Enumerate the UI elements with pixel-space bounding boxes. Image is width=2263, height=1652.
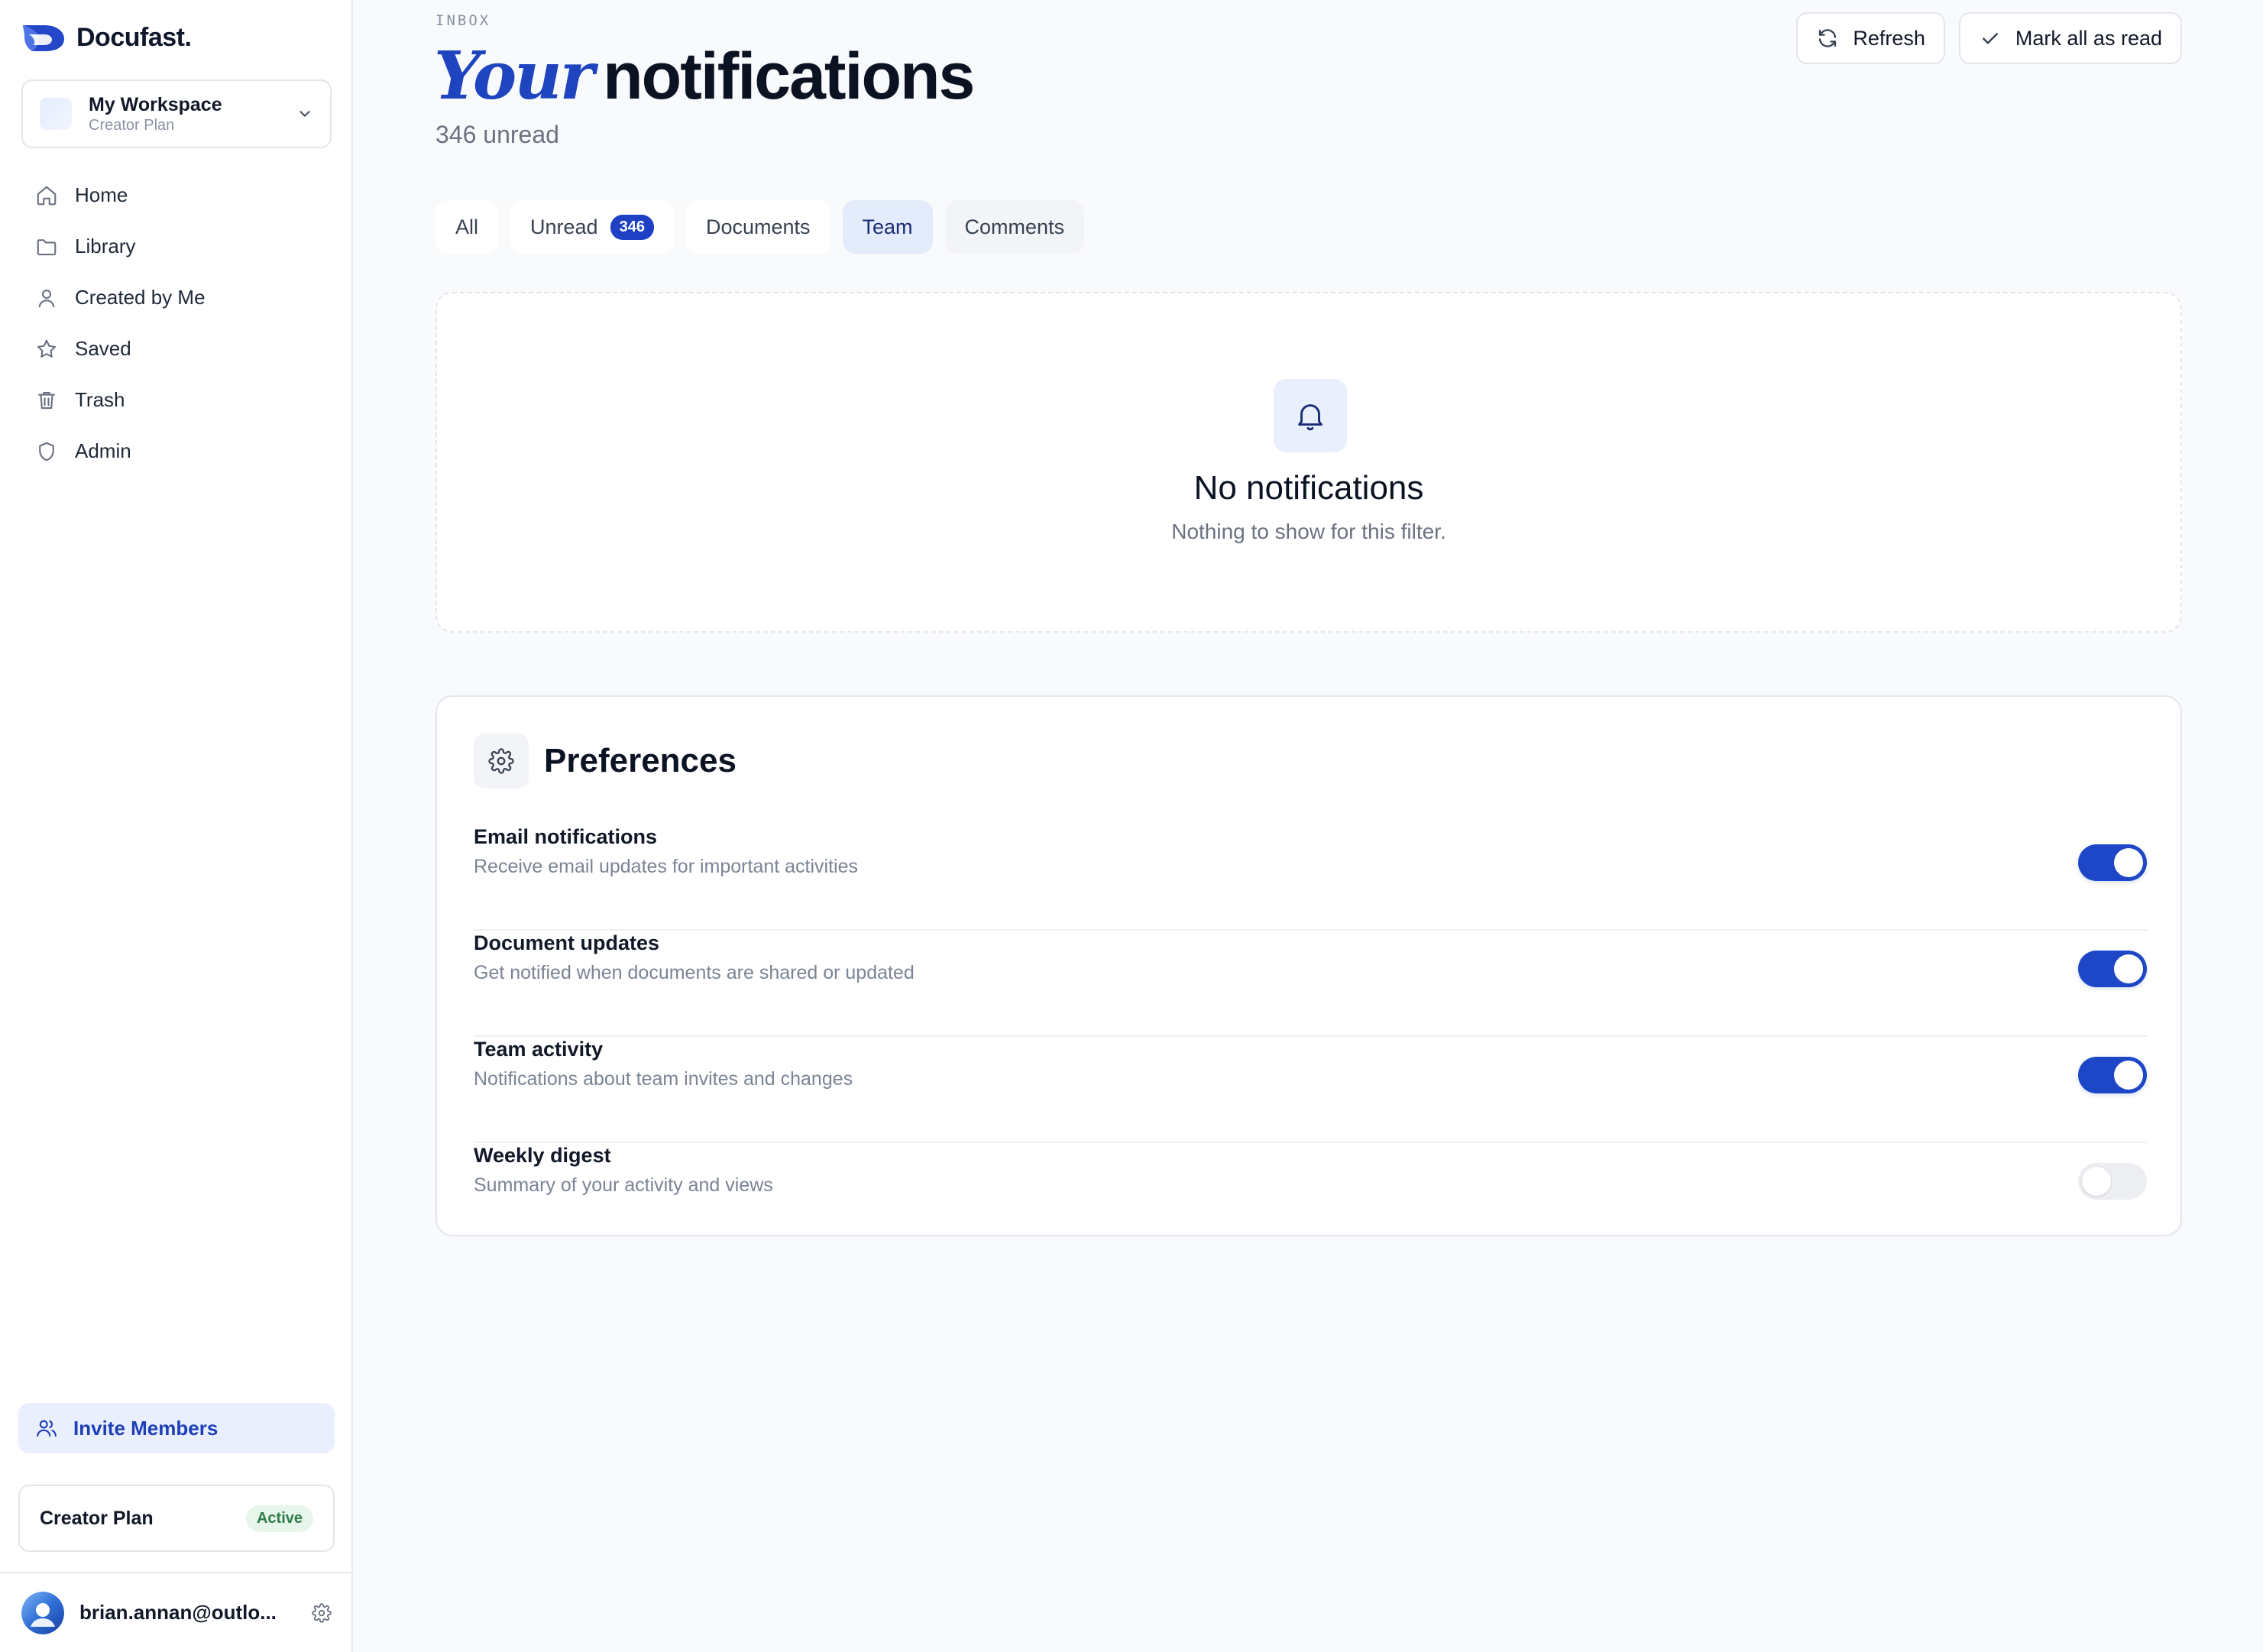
- user-icon: [38, 289, 55, 307]
- workspace-plan: Creator Plan: [89, 117, 175, 134]
- invite-members-button[interactable]: Invite Members: [18, 1403, 335, 1453]
- preferences-icon-box: [474, 734, 529, 789]
- page-title: Your notifications: [434, 37, 975, 116]
- sidebar-item-home[interactable]: Home: [21, 170, 332, 221]
- tab-label: Unread: [530, 215, 598, 238]
- refresh-icon: [1819, 29, 1837, 47]
- chevron-down-icon: [299, 111, 310, 117]
- tab-label: Comments: [964, 215, 1065, 238]
- sidebar-item-library[interactable]: Library: [21, 221, 332, 272]
- plan-card[interactable]: Creator Plan Active: [18, 1485, 335, 1552]
- plan-name: Creator Plan: [40, 1507, 154, 1529]
- star-icon: [37, 339, 57, 358]
- preference-team-activity: Team activity Notifications about team i…: [474, 1038, 2147, 1143]
- sidebar-item-admin[interactable]: Admin: [21, 426, 332, 477]
- preference-name: Team activity: [474, 1038, 604, 1061]
- brand-name: Docufast.: [76, 22, 192, 52]
- workspace-name: My Workspace: [89, 94, 222, 115]
- tab-all[interactable]: All: [435, 200, 499, 254]
- header-actions: Refresh Mark all as read: [1796, 12, 2182, 64]
- preference-email-notifications: Email notifications Receive email update…: [474, 825, 2147, 931]
- sidebar-item-label: Admin: [75, 439, 131, 462]
- tab-team[interactable]: Team: [842, 200, 933, 254]
- preference-weekly-digest: Weekly digest Summary of your activity a…: [474, 1144, 2147, 1249]
- bell-icon: [1298, 404, 1323, 431]
- preference-name: Document updates: [474, 931, 660, 954]
- preference-description: Notifications about team invites and cha…: [474, 1068, 853, 1090]
- user-email: brian.annan@outlo...: [79, 1601, 277, 1624]
- unread-count-text: 346 unread: [435, 121, 559, 148]
- refresh-button[interactable]: Refresh: [1796, 12, 1945, 64]
- gear-icon: [488, 748, 514, 774]
- sidebar-item-created-by-me[interactable]: Created by Me: [21, 272, 332, 323]
- empty-state: No notifications Nothing to show for thi…: [435, 292, 2182, 633]
- email-notifications-toggle[interactable]: [2078, 844, 2147, 881]
- page-eyebrow: INBOX: [435, 12, 491, 29]
- tab-label: Team: [862, 215, 913, 238]
- sidebar-nav: Home Library Created by Me Saved Trash A…: [21, 170, 332, 477]
- preference-name: Email notifications: [474, 825, 658, 848]
- preferences-header: Preferences: [474, 734, 737, 789]
- tab-label: All: [455, 215, 479, 238]
- page-title-accent: Your: [434, 37, 594, 115]
- workspace-avatar: [40, 98, 72, 130]
- docufast-logo-icon: [23, 25, 64, 51]
- brand[interactable]: Docufast.: [21, 21, 192, 53]
- preference-description: Summary of your activity and views: [474, 1174, 773, 1196]
- filter-tabs: All Unread 346 Documents Team Comments: [435, 200, 1085, 254]
- page-title-rest: notifications: [603, 40, 975, 113]
- tab-documents[interactable]: Documents: [685, 200, 830, 254]
- check-icon: [1982, 33, 1998, 44]
- sidebar-item-label: Home: [75, 183, 128, 206]
- folder-icon: [37, 238, 57, 255]
- preferences-card: Preferences Email notifications Receive …: [435, 695, 2182, 1236]
- status-badge: Active: [245, 1505, 313, 1532]
- empty-state-icon-box: [1274, 379, 1347, 452]
- users-icon: [37, 1420, 57, 1437]
- sidebar-item-label: Trash: [75, 388, 125, 411]
- user-profile[interactable]: brian.annan@outlo...: [0, 1572, 353, 1652]
- sidebar-item-label: Created by Me: [75, 286, 206, 309]
- gear-icon[interactable]: [312, 1602, 332, 1623]
- preference-document-updates: Document updates Get notified when docum…: [474, 931, 2147, 1037]
- home-icon: [37, 186, 57, 205]
- tab-label: Documents: [705, 215, 811, 238]
- empty-state-title: No notifications: [1193, 469, 1424, 507]
- tab-unread[interactable]: Unread 346: [510, 200, 674, 254]
- team-activity-toggle[interactable]: [2078, 1057, 2147, 1093]
- shield-icon: [39, 442, 54, 461]
- mark-all-read-label: Mark all as read: [2015, 26, 2162, 50]
- workspace-switcher[interactable]: My Workspace Creator Plan: [21, 79, 332, 148]
- tab-comments[interactable]: Comments: [944, 200, 1085, 254]
- document-updates-toggle[interactable]: [2078, 951, 2147, 987]
- sidebar-item-trash[interactable]: Trash: [21, 374, 332, 426]
- weekly-digest-toggle[interactable]: [2078, 1163, 2147, 1200]
- empty-state-subtitle: Nothing to show for this filter.: [1171, 520, 1446, 543]
- workspace-text: My Workspace Creator Plan: [89, 93, 296, 134]
- sidebar-item-label: Saved: [75, 337, 131, 360]
- preference-name: Weekly digest: [474, 1144, 611, 1167]
- preference-description: Get notified when documents are shared o…: [474, 962, 915, 983]
- avatar: [21, 1591, 64, 1634]
- unread-count-badge: 346: [610, 214, 654, 240]
- refresh-label: Refresh: [1853, 26, 1925, 50]
- sidebar: Docufast. My Workspace Creator Plan Home…: [0, 0, 353, 1652]
- invite-members-label: Invite Members: [73, 1416, 219, 1440]
- preferences-title: Preferences: [544, 742, 737, 779]
- sidebar-item-label: Library: [75, 235, 136, 258]
- sidebar-item-saved[interactable]: Saved: [21, 323, 332, 374]
- trash-icon: [37, 391, 56, 409]
- mark-all-read-button[interactable]: Mark all as read: [1958, 12, 2182, 64]
- preference-description: Receive email updates for important acti…: [474, 856, 859, 877]
